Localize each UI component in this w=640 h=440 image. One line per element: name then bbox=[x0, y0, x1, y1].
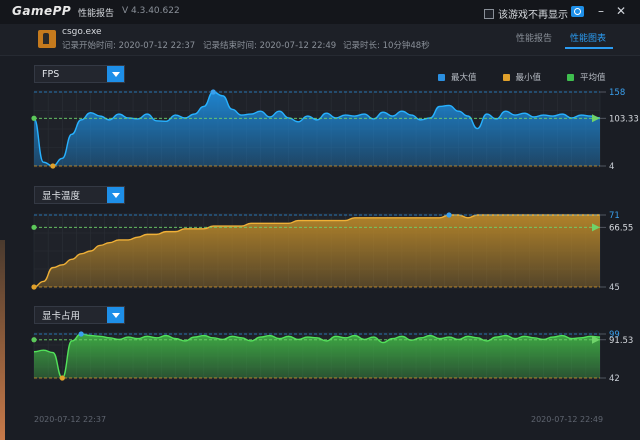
time-axis-end: 2020-07-12 22:49 bbox=[531, 415, 604, 424]
legend-avg-label: 平均值 bbox=[580, 73, 606, 83]
min-value-label: 42 bbox=[609, 374, 620, 384]
chart-plot-area bbox=[34, 332, 600, 380]
close-icon[interactable]: ✕ bbox=[614, 4, 628, 18]
max-value-label: 158 bbox=[609, 88, 625, 98]
legend-min-swatch bbox=[502, 73, 510, 81]
metric-select-gpu-usage-value: 显卡占用 bbox=[42, 311, 81, 322]
chevron-down-icon[interactable] bbox=[107, 307, 124, 323]
exe-name: csgo.exe bbox=[62, 27, 102, 37]
avg-value-label: 66.55 bbox=[609, 223, 633, 233]
window-title: 性能报告 bbox=[78, 9, 115, 19]
series-area bbox=[34, 92, 600, 166]
legend: 最大值 最小值 平均值 bbox=[438, 71, 606, 83]
legend-max-swatch bbox=[438, 73, 445, 81]
chevron-down-icon[interactable] bbox=[107, 187, 124, 203]
duration: 记录时长: 10分钟48秒 bbox=[343, 41, 430, 51]
end-time: 记录结束时间: 2020-07-12 22:49 bbox=[203, 41, 337, 51]
avg-arrow-icon bbox=[592, 114, 600, 123]
metric-select-gpu-temp-value: 显卡温度 bbox=[42, 191, 81, 202]
series-line bbox=[33, 333, 601, 379]
series-area bbox=[34, 334, 600, 378]
metric-select-gpu-temp[interactable]: 显卡温度 bbox=[34, 186, 125, 204]
title-bar: GamePP 性能报告 V 4.3.40.622 该游戏不再显示 – ✕ bbox=[0, 0, 640, 24]
series-area bbox=[34, 215, 600, 287]
active-tab-indicator bbox=[565, 47, 613, 49]
max-point-marker bbox=[78, 331, 84, 337]
avg-arrow-icon bbox=[592, 335, 600, 344]
min-value-label: 45 bbox=[609, 283, 620, 293]
series-line bbox=[33, 214, 600, 288]
avg-arrow-icon bbox=[592, 223, 600, 232]
time-axis-start: 2020-07-12 22:37 bbox=[34, 415, 107, 424]
legend-avg-swatch bbox=[567, 73, 575, 81]
legend-min-label: 最小值 bbox=[515, 73, 542, 83]
max-point-marker bbox=[210, 89, 216, 95]
game-icon bbox=[38, 30, 56, 48]
camera-icon[interactable] bbox=[571, 6, 584, 17]
avg-start-marker bbox=[31, 115, 37, 121]
start-time: 记录开始时间: 2020-07-12 22:37 bbox=[62, 41, 196, 51]
avg-value-label: 91.53 bbox=[609, 336, 633, 346]
avg-start-marker bbox=[31, 224, 37, 230]
chevron-down-icon[interactable] bbox=[107, 66, 124, 82]
no-show-label: 该游戏不再显示 bbox=[498, 10, 568, 21]
tab-performance-report[interactable]: 性能报告 bbox=[516, 31, 552, 44]
max-value-label: 71 bbox=[609, 211, 620, 221]
chart-plot-area bbox=[34, 213, 600, 289]
app-logo: GamePP bbox=[12, 4, 72, 18]
series-line bbox=[33, 91, 601, 167]
max-value-label: 99 bbox=[609, 330, 620, 340]
chart-plot-area bbox=[34, 90, 600, 168]
tab-performance-chart[interactable]: 性能图表 bbox=[570, 31, 606, 44]
avg-value-label: 103.33 bbox=[609, 114, 639, 124]
minimize-icon[interactable]: – bbox=[594, 4, 608, 18]
desktop-background bbox=[0, 240, 5, 440]
no-show-toggle[interactable]: 该游戏不再显示 bbox=[484, 6, 568, 21]
metric-select-gpu-usage[interactable]: 显卡占用 bbox=[34, 306, 125, 324]
min-point-marker bbox=[59, 375, 65, 381]
version-label: V 4.3.40.622 bbox=[122, 6, 180, 16]
min-point-marker bbox=[50, 163, 56, 169]
metric-select-fps-value: FPS bbox=[42, 68, 60, 80]
metric-select-fps[interactable]: FPS bbox=[34, 65, 125, 83]
legend-max-label: 最大值 bbox=[451, 73, 477, 83]
avg-start-marker bbox=[31, 337, 37, 343]
no-show-checkbox[interactable] bbox=[484, 8, 494, 19]
max-point-marker bbox=[446, 212, 452, 218]
min-point-marker bbox=[31, 284, 37, 290]
min-value-label: 4 bbox=[609, 162, 614, 172]
